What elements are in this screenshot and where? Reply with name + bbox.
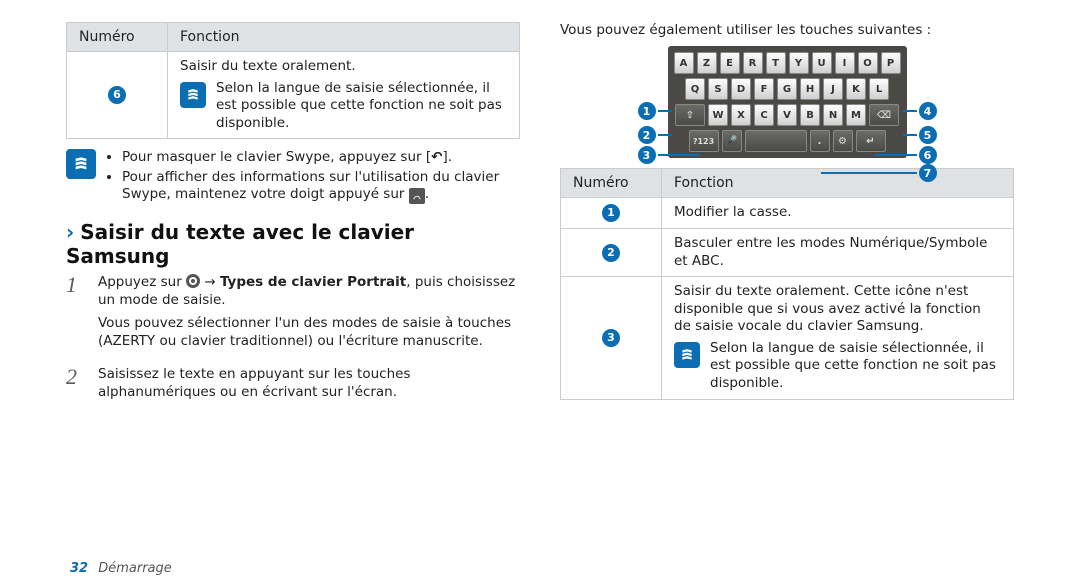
cell-text-top: Saisir du texte oralement. <box>180 58 507 76</box>
space-key <box>745 130 807 152</box>
th-num: Numéro <box>561 169 662 198</box>
step-body: Appuyez sur → Types de clavier Portrait,… <box>98 274 520 356</box>
step-number: 1 <box>66 274 84 356</box>
note-icon <box>180 82 206 108</box>
mic-key: 🎤 <box>722 130 742 152</box>
th-func: Fonction <box>168 23 520 52</box>
key: R <box>743 52 763 74</box>
note-row: Selon la langue de saisie sélectionnée, … <box>674 340 1001 393</box>
key: C <box>754 104 774 126</box>
step-number: 2 <box>66 366 84 401</box>
kbd-row-4: ?123 🎤 . ⚙ ↵ <box>674 130 901 152</box>
tip-body: Pour masquer le clavier Swype, appuyez s… <box>106 149 520 206</box>
key: D <box>731 78 751 100</box>
cell-text-top: Saisir du texte oralement. Cette icône n… <box>674 283 1001 336</box>
left-column: Numéro Fonction 6 Saisir du texte oralem… <box>56 18 530 576</box>
period-key: . <box>810 130 830 152</box>
note-body: Selon la langue de saisie sélectionnée, … <box>710 340 1001 393</box>
callout-1: 1 <box>638 102 672 120</box>
callout-3: 3 <box>638 146 700 164</box>
keyboard-diagram: A Z E R T Y U I O P Q S D <box>560 46 1014 158</box>
tip-bullet-2: Pour afficher des informations sur l'uti… <box>122 169 520 205</box>
page: Numéro Fonction 6 Saisir du texte oralem… <box>0 0 1080 586</box>
keyboard-frame: A Z E R T Y U I O P Q S D <box>668 46 907 158</box>
right-column: Vous pouvez également utiliser les touch… <box>550 18 1024 576</box>
circle-number-6: 6 <box>108 86 126 104</box>
key: A <box>674 52 694 74</box>
key: W <box>708 104 728 126</box>
key: L <box>869 78 889 100</box>
cell-num-1: 1 <box>561 198 662 229</box>
key: Q <box>685 78 705 100</box>
shift-key: ⇧ <box>675 104 705 126</box>
key: G <box>777 78 797 100</box>
key: N <box>823 104 843 126</box>
note-icon <box>674 342 700 368</box>
table-header-row: Numéro Fonction <box>67 23 520 52</box>
table-row: 1 Modifier la casse. <box>561 198 1014 229</box>
cell-func-6: Saisir du texte oralement. Selon la lang… <box>168 52 520 139</box>
key: Y <box>789 52 809 74</box>
key: U <box>812 52 832 74</box>
gear-icon <box>186 274 200 288</box>
table-row: 6 Saisir du texte oralement. Selon la la… <box>67 52 520 139</box>
kbd-row-3: ⇧ W X C V B N M ⌫ <box>674 104 901 126</box>
key: O <box>858 52 878 74</box>
footer-section: Démarrage <box>98 561 172 576</box>
key: T <box>766 52 786 74</box>
chevron-right-icon: › <box>66 220 74 244</box>
callout-7: 7 <box>821 164 937 182</box>
callout-4: 4 <box>903 102 937 120</box>
section-heading: ›Saisir du texte avec le clavier Samsung <box>66 220 520 268</box>
cell-num-2: 2 <box>561 229 662 277</box>
tipbox: Pour masquer le clavier Swype, appuyez s… <box>66 149 520 206</box>
cell-num-6: 6 <box>67 52 168 139</box>
kbd-row-2: Q S D F G H J K L <box>674 78 901 100</box>
page-footer: 32 Démarrage <box>70 561 172 576</box>
key: I <box>835 52 855 74</box>
key: P <box>881 52 901 74</box>
key: S <box>708 78 728 100</box>
key: E <box>720 52 740 74</box>
note-icon <box>66 149 96 179</box>
step-2: 2 Saisissez le texte en appuyant sur les… <box>66 366 520 401</box>
function-table-left: Numéro Fonction 6 Saisir du texte oralem… <box>66 22 520 139</box>
key: X <box>731 104 751 126</box>
function-table-right: Numéro Fonction 1 Modifier la casse. 2 B… <box>560 168 1014 400</box>
key: M <box>846 104 866 126</box>
keyboard: A Z E R T Y U I O P Q S D <box>668 46 907 158</box>
note-row: Selon la langue de saisie sélectionnée, … <box>180 80 507 133</box>
callout-5: 5 <box>903 126 937 144</box>
step-1: 1 Appuyez sur → Types de clavier Portrai… <box>66 274 520 356</box>
key: H <box>800 78 820 100</box>
cell-num-3: 3 <box>561 277 662 399</box>
back-icon: ↶ <box>431 149 442 165</box>
cell-func-2: Basculer entre les modes Numérique/Symbo… <box>662 229 1014 277</box>
table-row: 3 Saisir du texte oralement. Cette icône… <box>561 277 1014 399</box>
swype-info-icon <box>409 188 425 204</box>
key: Z <box>697 52 717 74</box>
page-number: 32 <box>70 561 88 576</box>
kbd-row-1: A Z E R T Y U I O P <box>674 52 901 74</box>
cell-func-1: Modifier la casse. <box>662 198 1014 229</box>
cell-func-3: Saisir du texte oralement. Cette icône n… <box>662 277 1014 399</box>
callout-2: 2 <box>638 126 672 144</box>
key: V <box>777 104 797 126</box>
table-header-row: Numéro Fonction <box>561 169 1014 198</box>
settings-key: ⚙ <box>833 130 853 152</box>
right-intro: Vous pouvez également utiliser les touch… <box>560 22 1014 38</box>
th-num: Numéro <box>67 23 168 52</box>
key: B <box>800 104 820 126</box>
key: J <box>823 78 843 100</box>
callout-6: 6 <box>875 146 937 164</box>
backspace-key: ⌫ <box>869 104 899 126</box>
step-body: Saisissez le texte en appuyant sur les t… <box>98 366 520 401</box>
table-row: 2 Basculer entre les modes Numérique/Sym… <box>561 229 1014 277</box>
key: K <box>846 78 866 100</box>
note-body: Selon la langue de saisie sélectionnée, … <box>216 80 507 133</box>
tip-bullet-1: Pour masquer le clavier Swype, appuyez s… <box>122 149 520 167</box>
key: F <box>754 78 774 100</box>
